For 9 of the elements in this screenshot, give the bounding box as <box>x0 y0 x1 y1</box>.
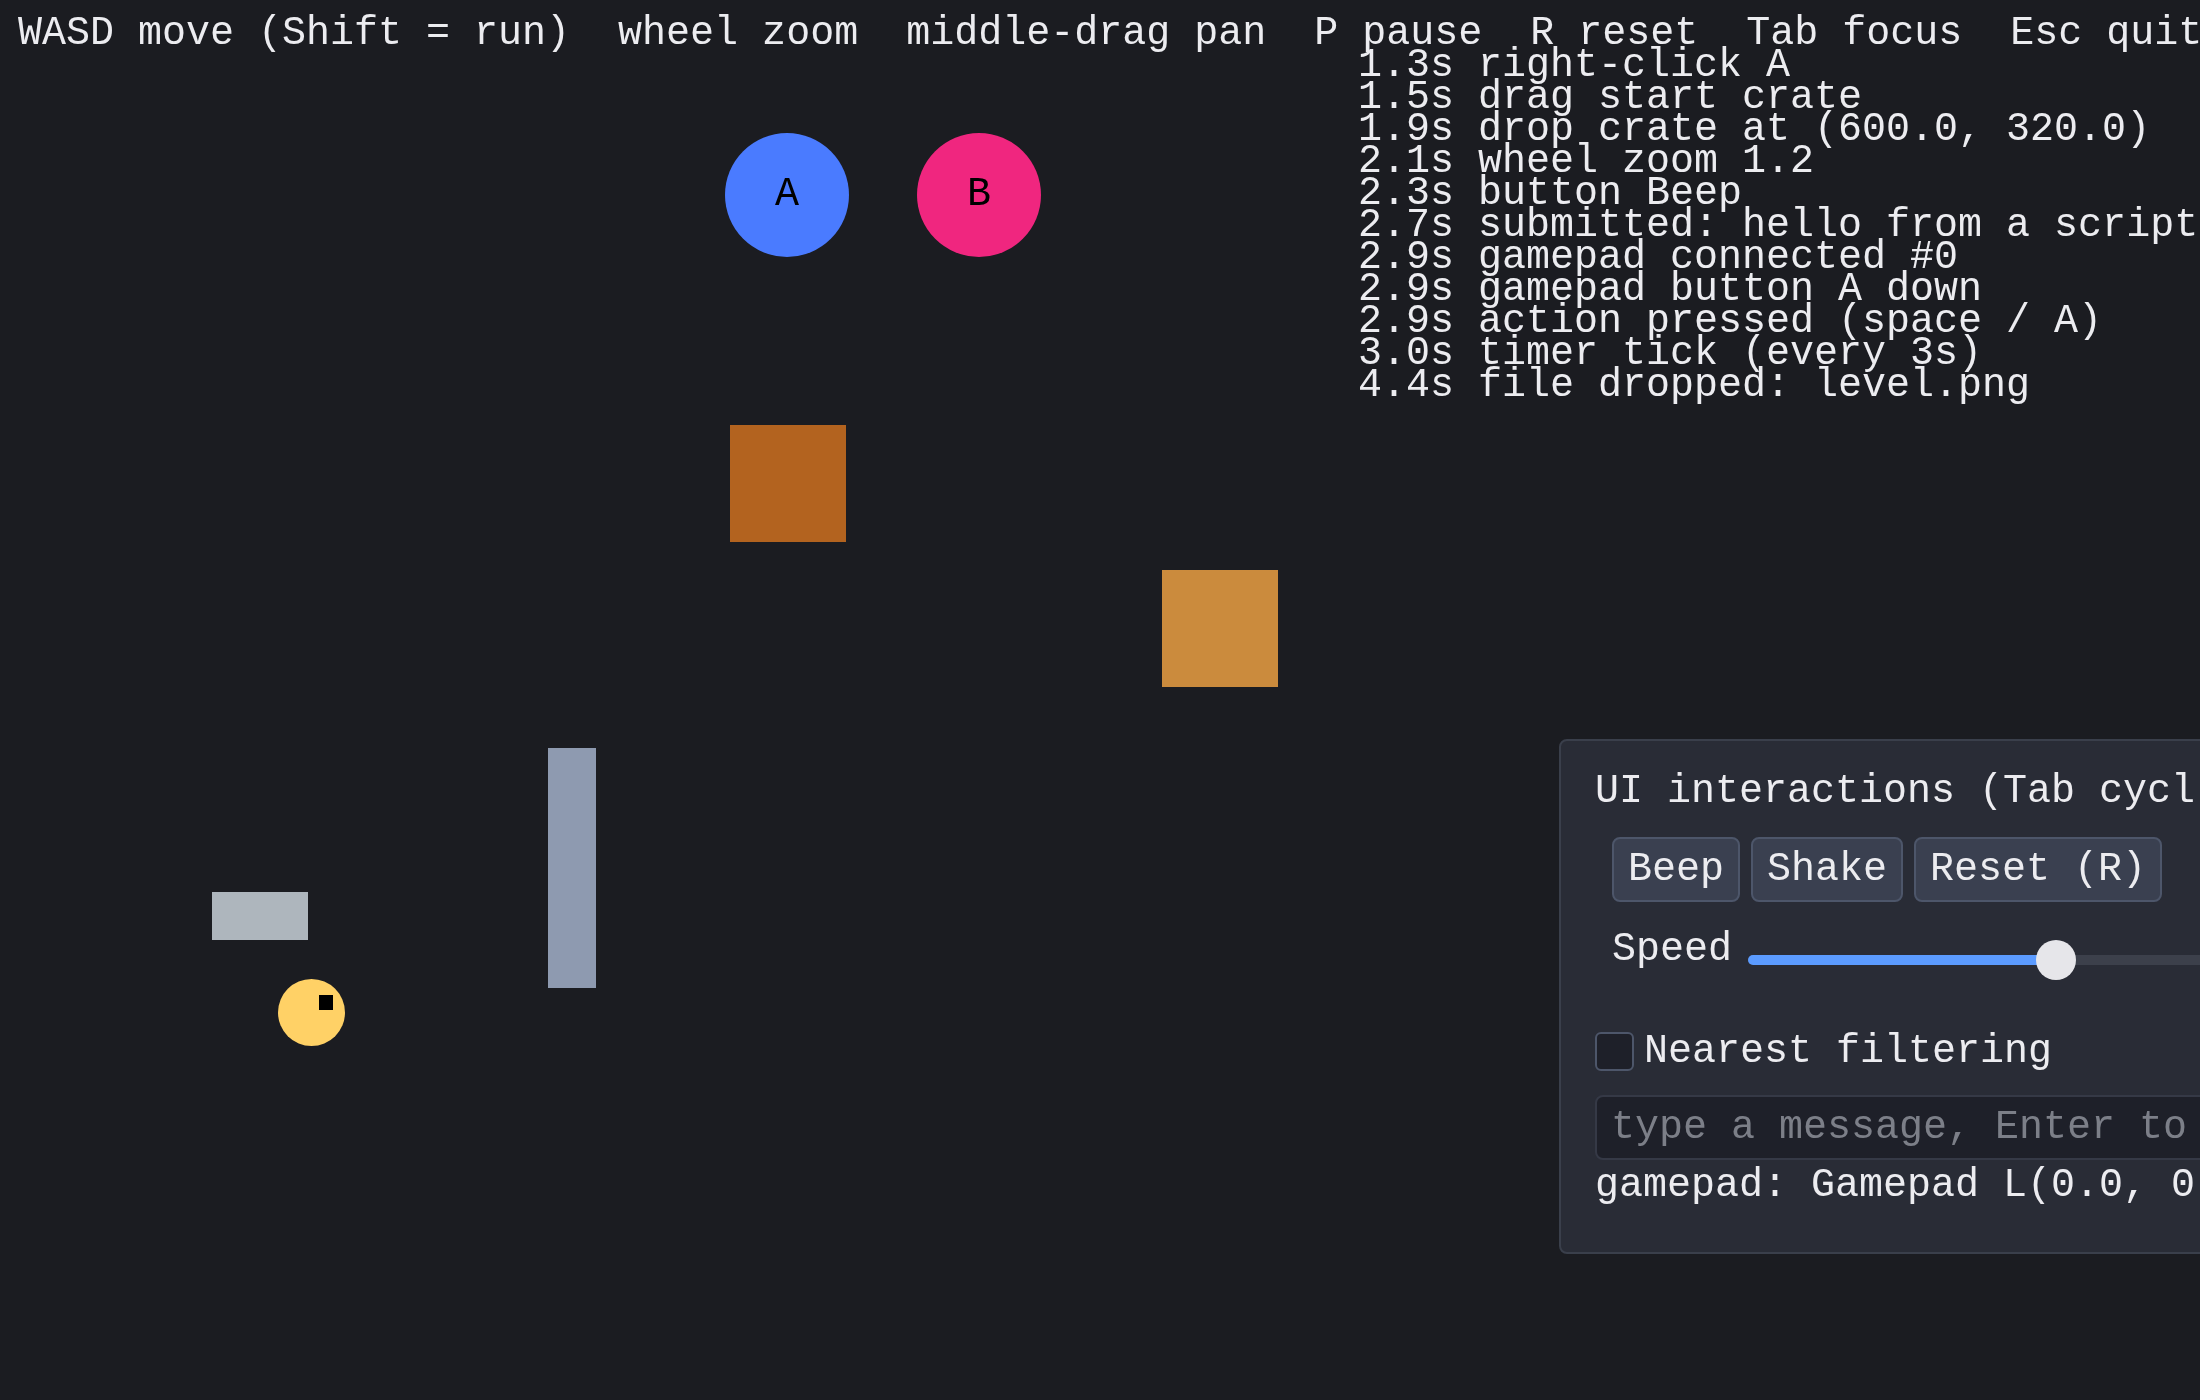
player-drawing <box>278 979 345 1046</box>
panel-button[interactable]: Reset (R) <box>1914 837 2163 902</box>
panel-title: UI interactions (Tab cycl <box>1595 771 2197 813</box>
speed-slider[interactable] <box>1748 940 2200 980</box>
panel-button[interactable]: Beep <box>1612 837 1740 902</box>
slider-thumb[interactable] <box>2036 940 2077 980</box>
panel-button[interactable]: Shake <box>1751 837 1904 902</box>
message-field[interactable]: type a message, Enter to <box>1595 1095 2200 1160</box>
checkbox[interactable] <box>1595 1032 1634 1071</box>
